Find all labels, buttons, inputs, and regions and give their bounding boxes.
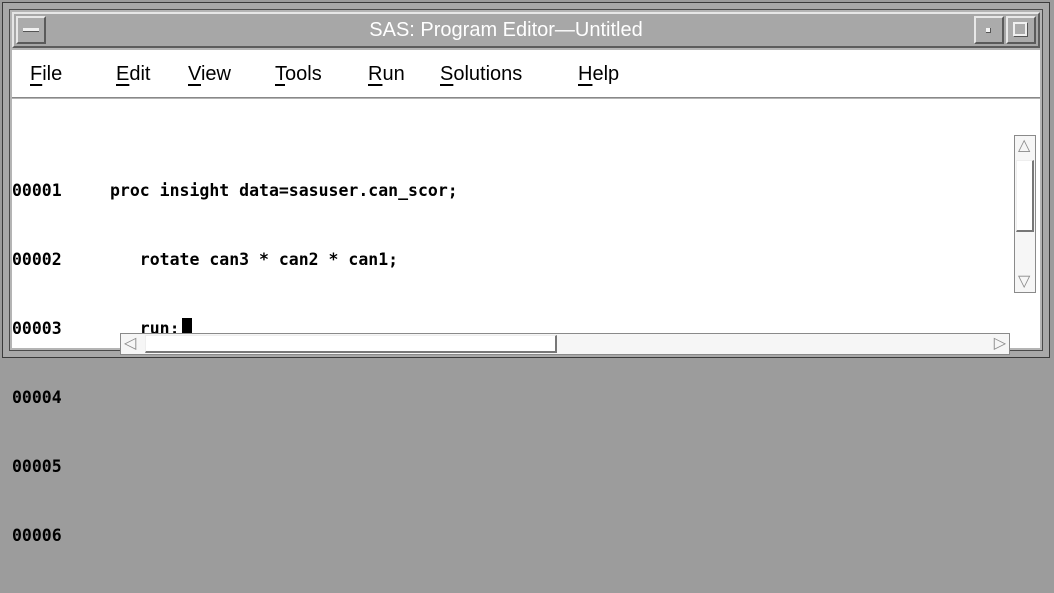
code-line[interactable]: 00006	[12, 524, 458, 547]
line-number: 00006	[12, 526, 62, 545]
window-menu-icon[interactable]	[16, 16, 46, 44]
menu-view[interactable]: View	[188, 61, 231, 87]
menu-run[interactable]: Run	[368, 61, 405, 87]
code-text[interactable]: rotate can3 * can2 * can1;	[110, 250, 398, 269]
window-title: SAS: Program Editor—Untitled	[369, 19, 643, 41]
menu-tools-mnemonic: T	[275, 63, 285, 85]
title-bar[interactable]: SAS: Program Editor—Untitled	[12, 12, 1040, 48]
program-editor[interactable]: 00001 proc insight data=sasuser.can_scor;…	[12, 99, 1040, 545]
triangle-right-icon[interactable]: ▷	[994, 336, 1006, 352]
menu-run-label: un	[382, 63, 405, 85]
line-number: 00004	[12, 388, 62, 407]
menu-edit[interactable]: Edit	[116, 61, 150, 87]
menu-help-label: elp	[592, 63, 620, 85]
menu-view-label: iew	[200, 63, 231, 85]
vertical-scrollbar[interactable]: △ ▽	[1014, 135, 1036, 293]
menu-file-label: ile	[42, 63, 63, 85]
menu-run-mnemonic: R	[368, 63, 383, 85]
menu-tools[interactable]: Tools	[275, 61, 322, 87]
menu-help[interactable]: Help	[578, 61, 619, 87]
menu-bar: File Edit View Tools Run Solutions Help	[12, 50, 1040, 98]
line-number: 00001	[12, 181, 62, 200]
vertical-scroll-thumb[interactable]	[1016, 160, 1034, 232]
code-line[interactable]: 00001 proc insight data=sasuser.can_scor;	[12, 179, 458, 202]
menu-view-mnemonic: V	[188, 63, 201, 85]
horizontal-scrollbar[interactable]: ◁ ▷	[120, 333, 1010, 355]
maximize-icon[interactable]	[1006, 16, 1036, 44]
window-inner: SAS: Program Editor—Untitled File Edit V…	[9, 9, 1043, 545]
line-number: 00005	[12, 457, 62, 476]
triangle-left-icon[interactable]: ◁	[124, 336, 136, 352]
menu-file[interactable]: File	[30, 61, 62, 87]
horizontal-scroll-thumb[interactable]	[145, 335, 557, 353]
code-line[interactable]: 00005	[12, 455, 458, 478]
menu-solutions-mnemonic: S	[440, 63, 454, 85]
menu-edit-mnemonic: E	[116, 63, 130, 85]
menu-tools-label: ools	[285, 63, 322, 85]
code-line[interactable]: 00004	[12, 386, 458, 409]
menu-help-mnemonic: H	[578, 63, 593, 85]
menu-file-mnemonic: F	[30, 63, 43, 85]
window-frame: SAS: Program Editor—Untitled File Edit V…	[2, 2, 1050, 545]
code-line[interactable]: 00002 rotate can3 * can2 * can1;	[12, 248, 458, 271]
line-number: 00002	[12, 250, 62, 269]
minimize-icon[interactable]	[974, 16, 1004, 44]
menu-solutions-label: olutions	[453, 63, 523, 85]
menu-edit-label: dit	[129, 63, 151, 85]
code-lines: 00001 proc insight data=sasuser.can_scor;…	[12, 133, 458, 593]
triangle-up-icon[interactable]: △	[1018, 138, 1030, 154]
line-number: 00003	[12, 319, 62, 338]
code-text[interactable]: proc insight data=sasuser.can_scor;	[110, 181, 458, 200]
triangle-down-icon[interactable]: ▽	[1018, 274, 1030, 290]
menu-solutions[interactable]: Solutions	[440, 61, 522, 87]
